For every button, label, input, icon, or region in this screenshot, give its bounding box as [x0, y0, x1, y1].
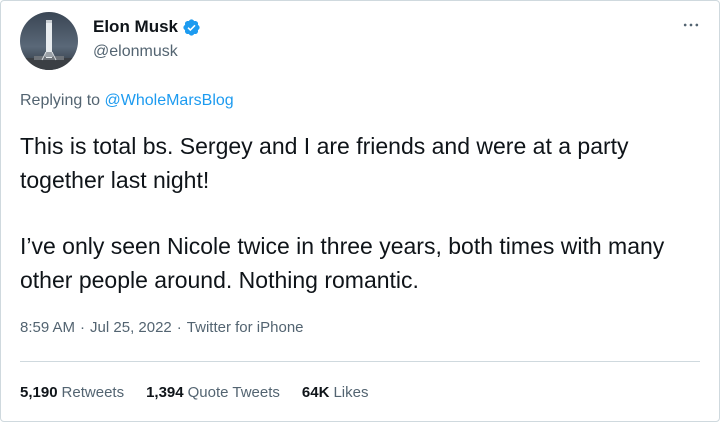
- author-name-row[interactable]: Elon Musk: [93, 17, 201, 37]
- tweet-paragraph: I’ve only seen Nicole twice in three yea…: [20, 233, 665, 293]
- tweet-paragraph: This is total bs. Sergey and I are frien…: [20, 133, 629, 193]
- tweet-date[interactable]: Jul 25, 2022: [90, 319, 172, 336]
- reply-target-link[interactable]: @WholeMarsBlog: [105, 92, 234, 109]
- likes-count: 64K: [301, 384, 330, 401]
- tweet-card: Elon Musk @elonmusk Replying to @WholeMa…: [0, 0, 720, 422]
- retweets-count: 5,190: [20, 384, 58, 401]
- reply-context: Replying to @WholeMarsBlog: [20, 91, 234, 111]
- likes-stat[interactable]: 64K Likes: [302, 383, 369, 403]
- quote-tweets-label: Quote Tweets: [187, 384, 280, 401]
- author-handle[interactable]: @elonmusk: [93, 42, 178, 62]
- retweets-stat[interactable]: 5,190 Retweets: [20, 383, 124, 403]
- verified-badge-icon: [182, 18, 201, 37]
- tweet-source[interactable]: Twitter for iPhone: [187, 319, 304, 336]
- likes-label: Likes: [333, 384, 369, 401]
- retweets-label: Retweets: [61, 384, 125, 401]
- more-horizontal-icon: [683, 23, 699, 27]
- reply-prefix: Replying to: [20, 92, 101, 109]
- rocket-launchpad-avatar-icon: [20, 12, 78, 70]
- author-name[interactable]: Elon Musk: [93, 17, 178, 37]
- quote-tweets-stat[interactable]: 1,394 Quote Tweets: [146, 383, 280, 403]
- quote-tweets-count: 1,394: [146, 384, 184, 401]
- tweet-time[interactable]: 8:59 AM: [20, 319, 75, 336]
- meta-separator: ·: [80, 319, 86, 336]
- meta-separator: ·: [176, 319, 182, 336]
- divider: [20, 361, 700, 362]
- more-options-button[interactable]: [679, 13, 703, 37]
- tweet-stats: 5,190 Retweets 1,394 Quote Tweets 64K Likes: [20, 383, 390, 403]
- avatar[interactable]: [20, 12, 78, 70]
- tweet-meta: 8:59 AM · Jul 25, 2022 · Twitter for iPhone: [20, 318, 304, 338]
- tweet-text: This is total bs. Sergey and I are frien…: [20, 129, 700, 297]
